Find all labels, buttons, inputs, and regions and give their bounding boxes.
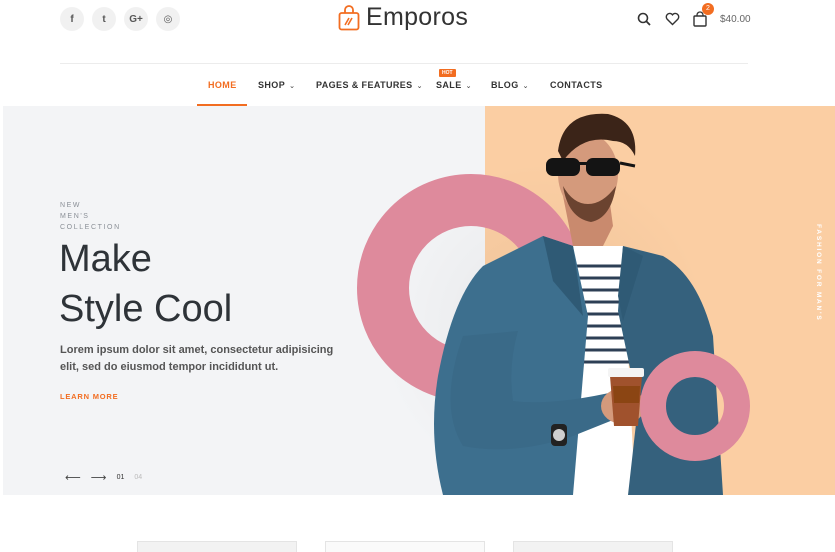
learn-more-link[interactable]: LEARN MORE <box>60 392 118 401</box>
wishlist-heart-icon[interactable] <box>662 9 682 29</box>
hero-slider: NEW MEN'S COLLECTION Make Style Cool Lor… <box>3 106 835 495</box>
category-card[interactable] <box>513 541 673 552</box>
category-card[interactable] <box>137 541 297 552</box>
nav-contacts[interactable]: CONTACTS <box>550 80 603 90</box>
instagram-icon[interactable]: ◎ <box>156 7 180 31</box>
nav-pages-features[interactable]: PAGES & FEATURES ⌄ <box>316 80 423 90</box>
category-card[interactable] <box>325 541 485 552</box>
google-plus-icon[interactable]: G+ <box>124 7 148 31</box>
nav-shop[interactable]: SHOP ⌄ <box>258 80 295 90</box>
facebook-icon[interactable]: f <box>60 7 84 31</box>
nav-blog-label: BLOG <box>491 80 519 90</box>
headline-line-2: Style Cool <box>59 288 233 330</box>
shopping-bag-logo-icon <box>338 4 360 30</box>
search-icon[interactable] <box>634 9 654 29</box>
kicker-line-3: COLLECTION <box>60 224 121 231</box>
nav-sale-label: SALE <box>436 80 462 90</box>
slider-controls: ⟵ ⟶ 01 04 <box>65 471 142 484</box>
kicker-line-2: MEN'S <box>60 213 90 220</box>
hot-badge: HOT <box>439 69 456 77</box>
site-logo[interactable]: Emporos <box>338 3 468 32</box>
slide-total: 04 <box>134 474 143 481</box>
cart-total[interactable]: $40.00 <box>720 14 751 25</box>
nav-sale[interactable]: SALE ⌄ <box>436 80 472 90</box>
slide-current: 01 <box>116 474 125 481</box>
chevron-down-icon: ⌄ <box>522 83 529 90</box>
nav-home[interactable]: HOME <box>208 80 237 90</box>
brand-name: Emporos <box>366 3 469 31</box>
chevron-down-icon: ⌄ <box>289 83 296 90</box>
header-tools: 2 $40.00 <box>634 3 751 29</box>
arrow-right-icon[interactable]: ⟶ <box>91 471 107 484</box>
hero-kicker: NEW MEN'S COLLECTION <box>60 200 121 233</box>
headline-line-1: Make <box>59 238 152 280</box>
nav-blog[interactable]: BLOG ⌄ <box>491 80 529 90</box>
cart-button[interactable]: 2 <box>690 3 714 29</box>
chevron-down-icon: ⌄ <box>416 83 423 90</box>
vertical-tagline: FASHION FOR MAN'S <box>815 224 822 322</box>
cart-count-badge: 2 <box>702 3 714 15</box>
main-nav: HOME SHOP ⌄ PAGES & FEATURES ⌄ HOT SALE ⌄ B… <box>0 64 835 106</box>
chevron-down-icon: ⌄ <box>465 83 472 90</box>
arrow-left-icon[interactable]: ⟵ <box>65 471 81 484</box>
top-header: f t G+ ◎ Emporos 2 $40.00 <box>0 0 835 64</box>
kicker-line-1: NEW <box>60 202 82 209</box>
nav-pages-label: PAGES & FEATURES <box>316 80 413 90</box>
twitter-icon[interactable]: t <box>92 7 116 31</box>
small-pink-ring <box>640 351 750 461</box>
social-links: f t G+ ◎ <box>60 7 180 31</box>
hero-headline: Make Style Cool <box>59 234 232 334</box>
hero-description: Lorem ipsum dolor sit amet, consectetur … <box>60 344 334 373</box>
nav-shop-label: SHOP <box>258 80 286 90</box>
